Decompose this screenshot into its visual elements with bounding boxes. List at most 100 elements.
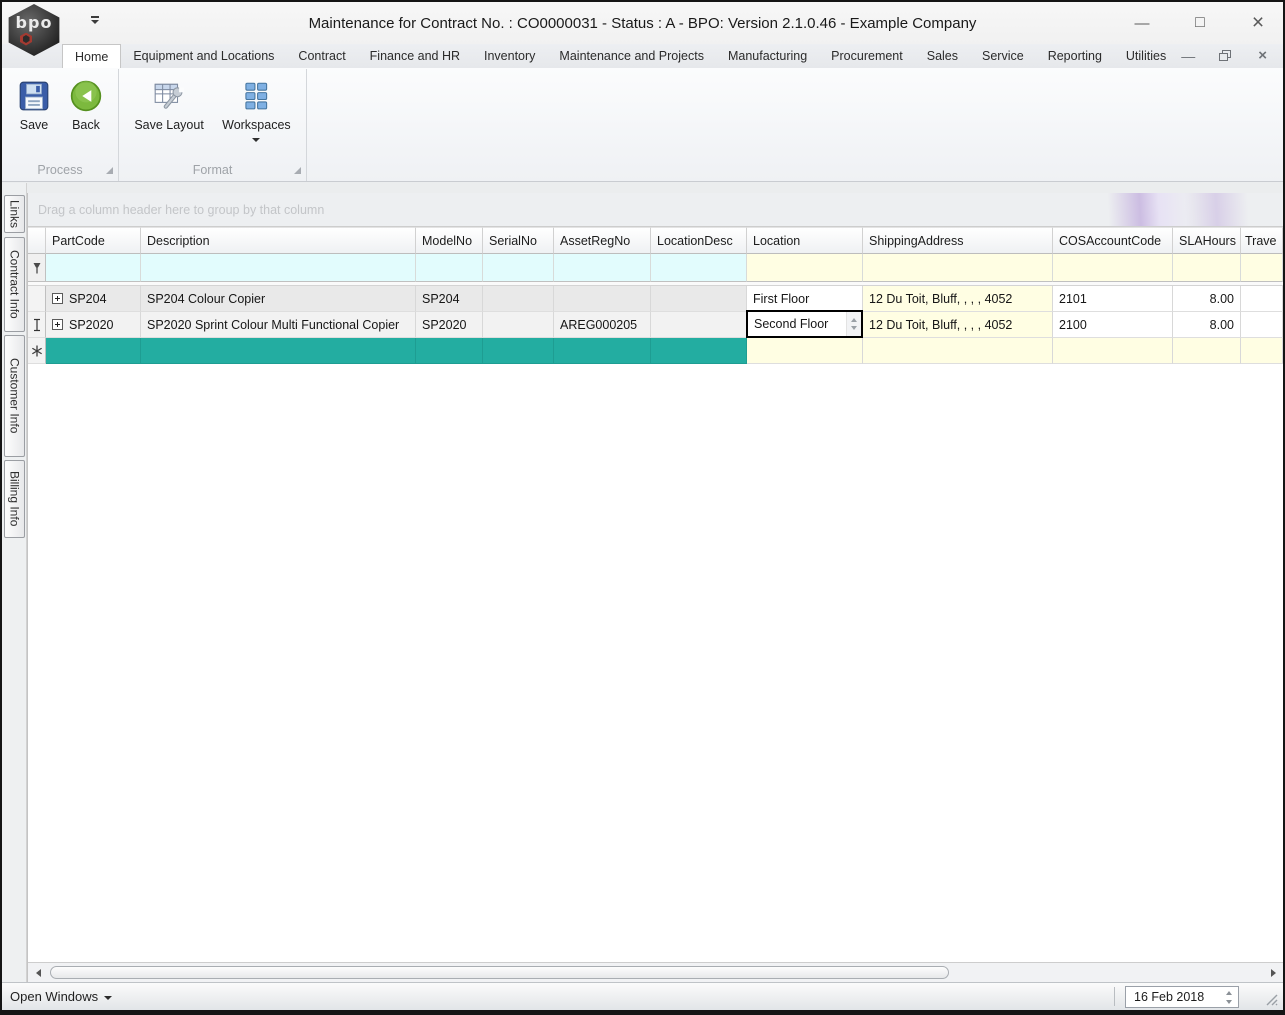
filter-cell-description[interactable] xyxy=(141,254,416,282)
column-header-serialno[interactable]: SerialNo xyxy=(483,227,554,254)
cell-shippingaddress[interactable]: 12 Du Toit, Bluff, , , , 4052 xyxy=(863,312,1053,338)
workspaces-button[interactable]: Workspaces xyxy=(219,77,294,144)
cell-assetregno[interactable]: AREG000205 xyxy=(554,312,651,338)
scrollbar-track[interactable] xyxy=(48,965,1263,981)
tab-utilities[interactable]: Utilities xyxy=(1114,44,1178,68)
tab-reporting[interactable]: Reporting xyxy=(1036,44,1114,68)
new-row-cell[interactable] xyxy=(747,338,863,364)
cell-slahours[interactable]: 8.00 xyxy=(1173,286,1241,312)
tab-procurement[interactable]: Procurement xyxy=(819,44,915,68)
new-row-cell[interactable] xyxy=(483,338,554,364)
cell-modelno[interactable]: SP2020 xyxy=(416,312,483,338)
cell-description[interactable]: SP204 Colour Copier xyxy=(141,286,416,312)
tab-inventory[interactable]: Inventory xyxy=(472,44,547,68)
column-header-shippingaddress[interactable]: ShippingAddress xyxy=(863,227,1053,254)
column-header-travel[interactable]: Trave xyxy=(1241,227,1283,254)
cell-cosaccountcode[interactable]: 2101 xyxy=(1053,286,1173,312)
spin-up-icon[interactable] xyxy=(851,318,857,322)
column-header-description[interactable]: Description xyxy=(141,227,416,254)
column-header-modelno[interactable]: ModelNo xyxy=(416,227,483,254)
maximize-button[interactable]: □ xyxy=(1189,12,1211,34)
cell-slahours[interactable]: 8.00 xyxy=(1173,312,1241,338)
filter-cell-partcode[interactable] xyxy=(46,254,141,282)
cell-cosaccountcode[interactable]: 2100 xyxy=(1053,312,1173,338)
cell-locationdesc[interactable] xyxy=(651,312,747,338)
tab-sales[interactable]: Sales xyxy=(915,44,970,68)
sidebar-item-contract-info[interactable]: Contract Info xyxy=(4,237,25,332)
tab-finance-and-hr[interactable]: Finance and HR xyxy=(358,44,472,68)
column-header-cosaccountcode[interactable]: COSAccountCode xyxy=(1053,227,1173,254)
dialog-launcher-icon[interactable] xyxy=(106,167,113,174)
filter-cell-cosaccountcode[interactable] xyxy=(1053,254,1173,282)
new-row-cell[interactable] xyxy=(46,338,141,364)
cell-travel[interactable] xyxy=(1241,286,1283,312)
close-button[interactable]: × xyxy=(1247,11,1269,34)
spin-down-icon[interactable] xyxy=(851,326,857,330)
tab-home[interactable]: Home xyxy=(62,44,122,68)
filter-cell-shippingaddress[interactable] xyxy=(863,254,1053,282)
scroll-left-button[interactable] xyxy=(31,965,45,981)
location-editor-spinner[interactable] xyxy=(846,312,861,336)
group-by-panel[interactable]: Drag a column header here to group by th… xyxy=(28,193,1283,227)
cell-description[interactable]: SP2020 Sprint Colour Multi Functional Co… xyxy=(141,312,416,338)
new-row-cell[interactable] xyxy=(141,338,416,364)
minimize-button[interactable]: — xyxy=(1131,12,1153,34)
cell-serialno[interactable] xyxy=(483,286,554,312)
spin-down-icon[interactable] xyxy=(1225,999,1232,1004)
filter-cell-travel[interactable] xyxy=(1241,254,1283,282)
new-row-cell[interactable] xyxy=(554,338,651,364)
open-windows-button[interactable]: Open Windows xyxy=(10,989,113,1004)
column-header-slahours[interactable]: SLAHours xyxy=(1173,227,1241,254)
new-row-cell[interactable] xyxy=(1053,338,1173,364)
sidebar-item-billing-info[interactable]: Billing Info xyxy=(4,460,25,538)
expand-plus-icon[interactable] xyxy=(52,293,63,304)
scroll-right-button[interactable] xyxy=(1266,965,1280,981)
resize-grip-icon[interactable] xyxy=(1264,992,1278,1006)
tab-service[interactable]: Service xyxy=(970,44,1036,68)
dialog-launcher-icon[interactable] xyxy=(294,167,301,174)
mdi-minimize-button[interactable]: — xyxy=(1181,49,1195,63)
cell-shippingaddress[interactable]: 12 Du Toit, Bluff, , , , 4052 xyxy=(863,286,1053,312)
column-header-partcode[interactable]: PartCode xyxy=(46,227,141,254)
filter-cell-locationdesc[interactable] xyxy=(651,254,747,282)
date-field[interactable]: 16 Feb 2018 xyxy=(1125,986,1239,1008)
filter-cell-serialno[interactable] xyxy=(483,254,554,282)
column-header-location[interactable]: Location xyxy=(747,227,863,254)
expand-plus-icon[interactable] xyxy=(52,319,63,330)
cell-assetregno[interactable] xyxy=(554,286,651,312)
filter-cell-location[interactable] xyxy=(747,254,863,282)
mdi-restore-button[interactable] xyxy=(1219,50,1232,62)
cell-location[interactable]: First Floor xyxy=(747,286,863,312)
column-header-locationdesc[interactable]: LocationDesc xyxy=(651,227,747,254)
tab-contract[interactable]: Contract xyxy=(286,44,357,68)
tab-manufacturing[interactable]: Manufacturing xyxy=(716,44,819,68)
cell-serialno[interactable] xyxy=(483,312,554,338)
location-editor[interactable]: Second Floor xyxy=(746,310,863,338)
new-row-cell[interactable] xyxy=(863,338,1053,364)
tab-equipment-and-locations[interactable]: Equipment and Locations xyxy=(121,44,286,68)
horizontal-scrollbar[interactable] xyxy=(28,962,1283,982)
new-row-cell[interactable] xyxy=(1173,338,1241,364)
spin-up-icon[interactable] xyxy=(1225,990,1232,995)
filter-cell-slahours[interactable] xyxy=(1173,254,1241,282)
new-row-cell[interactable] xyxy=(1241,338,1283,364)
column-header-assetregno[interactable]: AssetRegNo xyxy=(554,227,651,254)
save-button[interactable]: Save xyxy=(14,77,54,134)
cell-partcode[interactable]: SP204 xyxy=(46,286,141,312)
new-row-cell[interactable] xyxy=(651,338,747,364)
date-spinner[interactable] xyxy=(1222,990,1238,1004)
tab-maintenance-and-projects[interactable]: Maintenance and Projects xyxy=(547,44,716,68)
back-button[interactable]: Back xyxy=(66,77,106,134)
scrollbar-thumb[interactable] xyxy=(50,965,950,979)
filter-cell-assetregno[interactable] xyxy=(554,254,651,282)
quick-access-toolbar-dropdown-icon[interactable] xyxy=(90,16,100,24)
cell-locationdesc[interactable] xyxy=(651,286,747,312)
mdi-close-button[interactable]: × xyxy=(1258,48,1267,63)
filter-cell-modelno[interactable] xyxy=(416,254,483,282)
sidebar-item-customer-info[interactable]: Customer Info xyxy=(4,335,25,457)
new-row-cell[interactable] xyxy=(416,338,483,364)
cell-partcode[interactable]: SP2020 xyxy=(46,312,141,338)
cell-travel[interactable] xyxy=(1241,312,1283,338)
sidebar-item-links[interactable]: Links xyxy=(4,195,25,233)
save-layout-button[interactable]: Save Layout xyxy=(131,77,207,134)
